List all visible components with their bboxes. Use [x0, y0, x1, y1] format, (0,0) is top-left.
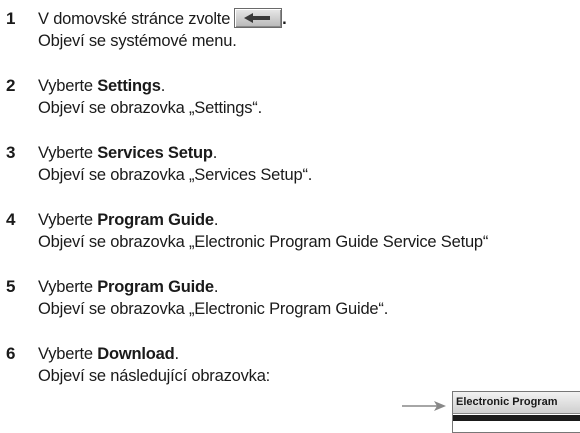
step-instruction-suffix: .: [212, 144, 218, 162]
step-instruction-text: V domovské stránce zvolte: [38, 10, 231, 28]
epg-window-bar: [453, 415, 580, 421]
step-instruction-prefix: Vyberte: [38, 211, 98, 229]
step-instruction-suffix: .: [282, 10, 287, 28]
step-instruction-prefix: Vyberte: [38, 345, 98, 363]
step-result: Objeví se obrazovka „Services Setup“.: [38, 166, 313, 184]
step-instruction-bold: Services Setup: [97, 144, 213, 162]
step-number: 4: [6, 210, 16, 229]
step-instruction-bold: Program Guide: [97, 211, 214, 229]
epg-preview-window: Electronic Program: [452, 391, 580, 433]
step-number: 1: [6, 9, 16, 28]
step-4: 4 Vyberte Program Guide. Objeví se obraz…: [0, 209, 580, 253]
step-result: Objeví se následující obrazovka:: [38, 367, 271, 385]
step-2: 2 Vyberte Settings. Objeví se obrazovka …: [0, 75, 580, 119]
step-result: Objeví se systémové menu.: [38, 32, 237, 50]
back-button[interactable]: [234, 7, 283, 28]
step-instruction-prefix: Vyberte: [38, 144, 98, 162]
step-instruction: Vyberte Program Guide.: [38, 276, 218, 298]
step-instruction-suffix: .: [213, 278, 219, 296]
step-instruction-suffix: .: [174, 345, 179, 363]
step-instruction-suffix: .: [160, 77, 166, 95]
step-instruction-suffix: .: [213, 211, 219, 229]
step-instruction-prefix: Vyberte: [38, 77, 98, 95]
step-number: 5: [6, 277, 16, 296]
step-instruction: Vyberte Services Setup.: [38, 142, 217, 164]
back-arrow-icon: [244, 12, 271, 23]
step-instruction-prefix: Vyberte: [38, 278, 98, 296]
step-instruction-bold: Program Guide: [97, 278, 214, 296]
step-instruction-bold: Settings: [97, 77, 161, 95]
step-result: Objeví se obrazovka „Electronic Program …: [38, 300, 389, 318]
step-number: 2: [6, 76, 16, 95]
step-number: 3: [6, 143, 16, 162]
step-result: Objeví se obrazovka „Electronic Program …: [38, 233, 489, 251]
step-instruction: V domovské stránce zvolte.: [38, 7, 287, 30]
step-5: 5 Vyberte Program Guide. Objeví se obraz…: [0, 276, 580, 320]
step-1: 1 V domovské stránce zvolte. Objeví se s…: [0, 7, 580, 52]
step-instruction-bold: Download: [97, 345, 175, 363]
step-instruction: Vyberte Program Guide.: [38, 209, 218, 231]
step-number: 6: [6, 344, 16, 363]
step-instruction: Vyberte Settings.: [38, 75, 165, 97]
step-3: 3 Vyberte Services Setup. Objeví se obra…: [0, 142, 580, 186]
step-6: 6 Vyberte Download. Objeví se následujíc…: [0, 343, 580, 387]
step-result: Objeví se obrazovka „Settings“.: [38, 99, 262, 117]
epg-window-title: Electronic Program: [453, 392, 580, 414]
pointer-arrow-icon: [402, 401, 446, 411]
step-instruction: Vyberte Download.: [38, 343, 179, 365]
